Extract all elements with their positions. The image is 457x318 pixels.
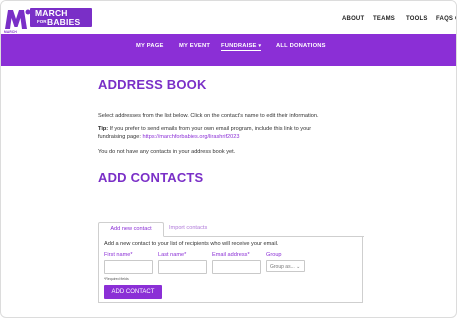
nav-all-donations[interactable]: ALL DONATIONS	[276, 43, 326, 49]
address-book-title: ADDRESS BOOK	[98, 77, 207, 92]
add-contact-description: Add a new contact to your list of recipi…	[104, 241, 279, 247]
first-name-input[interactable]	[104, 260, 153, 274]
empty-contacts-message: You do not have any contacts in your add…	[98, 149, 236, 155]
email-address-label: Email address*	[212, 252, 250, 258]
nav-teams[interactable]: TEAMS	[373, 16, 395, 22]
nav-fundraise[interactable]: FUNDRAISE ▾	[221, 43, 262, 51]
address-book-instruction: Select addresses from the list below. Cl…	[98, 113, 319, 119]
tip-label: Tip:	[98, 126, 109, 132]
chevron-down-icon: ▾	[258, 43, 262, 49]
main-navigation-bar: MY PAGE MY EVENT FUNDRAISE ▾ ALL DONATIO…	[1, 34, 456, 66]
tip-line-2: fundraising page: https://marchforbabies…	[98, 133, 240, 141]
tab-import-contacts[interactable]: Import contacts	[169, 222, 207, 235]
chevron-down-icon: ⌄	[296, 264, 301, 270]
fundraising-page-link[interactable]: https://marchforbabies.org/lirashrif2023	[142, 134, 239, 140]
logo-line2: BABIES	[47, 17, 81, 27]
tab-add-new-contact[interactable]: Add new contact	[98, 222, 164, 237]
nav-my-page[interactable]: MY PAGE	[136, 43, 164, 49]
add-contact-button[interactable]: ADD CONTACT	[104, 285, 162, 299]
nav-tools[interactable]: TOOLS	[406, 16, 428, 22]
mb-logo-icon	[5, 9, 31, 29]
add-contacts-tabs: Add new contact Import contacts	[98, 222, 364, 237]
nav-faqs[interactable]: FAQS	[436, 16, 453, 22]
tip-line-1: Tip: If you prefer to send emails from y…	[98, 125, 311, 133]
tip-text-1: If you prefer to send emails from your o…	[108, 126, 312, 132]
email-address-input[interactable]	[212, 260, 261, 274]
last-name-label: Last name*	[158, 252, 187, 258]
required-fields-note: *Required fields	[104, 277, 129, 281]
add-contacts-title: ADD CONTACTS	[98, 170, 204, 185]
nav-fundraise-label: FUNDRAISE	[221, 43, 257, 49]
first-name-label: First name*	[104, 252, 133, 258]
group-select[interactable]: Group as... ⌄	[266, 260, 305, 272]
group-label: Group	[266, 252, 282, 258]
add-contact-panel: Add a new contact to your list of recipi…	[98, 236, 363, 303]
browser-frame: MARCH FOR BABIES MARCH OF DIMES ABOUT TE…	[0, 0, 457, 318]
nav-my-event[interactable]: MY EVENT	[179, 43, 210, 49]
logo-for: FOR	[37, 19, 47, 24]
group-select-value: Group as...	[270, 264, 295, 270]
site-header: MARCH FOR BABIES MARCH OF DIMES ABOUT TE…	[1, 1, 456, 42]
last-name-input[interactable]	[158, 260, 207, 274]
tip-text-2: fundraising page:	[98, 134, 143, 140]
nav-about[interactable]: ABOUT	[342, 16, 364, 22]
